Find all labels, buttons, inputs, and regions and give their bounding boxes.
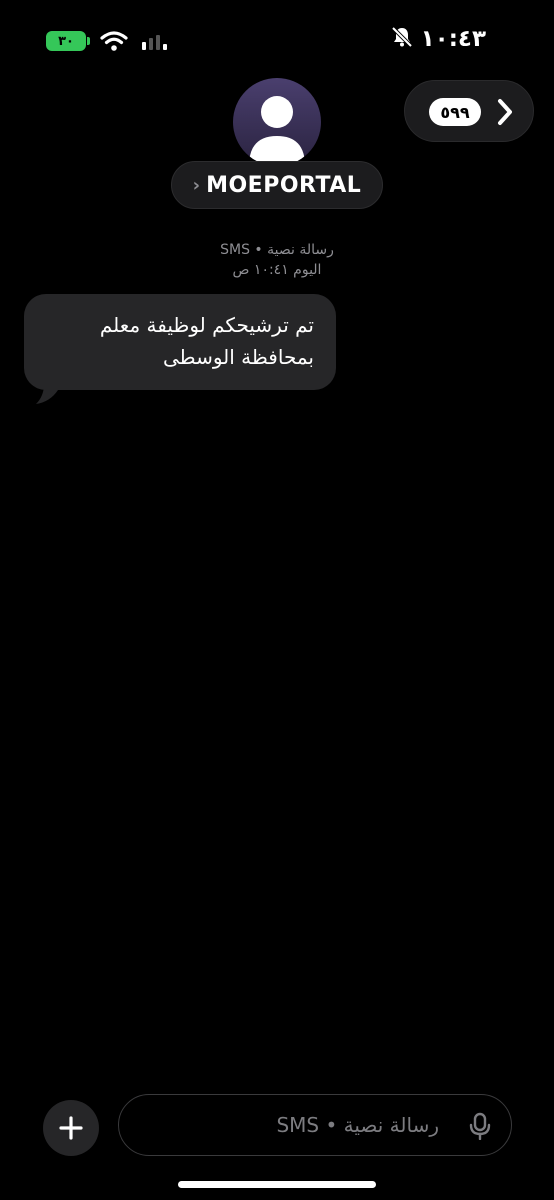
message-bubble[interactable]: تم ترشيحكم لوظيفة معلم بمحافظة الوسطى: [24, 294, 336, 390]
microphone-icon[interactable]: [469, 1112, 491, 1144]
bell-slash-icon: [391, 26, 413, 52]
service-label: رسالة نصية • SMS: [220, 242, 334, 258]
status-bar-right: ١٠:٤٣: [391, 26, 486, 52]
signal-icon: [142, 31, 168, 51]
message-timestamp: اليوم ١٠:٤١ ص: [232, 262, 322, 278]
battery-level: ٣٠: [58, 33, 74, 49]
back-button[interactable]: ٥٩٩: [404, 80, 534, 142]
message-input-placeholder: رسالة نصية • SMS: [276, 1113, 439, 1137]
status-bar-left: ٣٠: [46, 30, 168, 52]
contact-avatar[interactable]: [233, 78, 321, 166]
chevron-right-icon: [495, 97, 515, 131]
contact-name-pill[interactable]: › MOEPORTAL: [171, 161, 383, 209]
battery-icon: ٣٠: [46, 31, 90, 51]
contact-chevron-icon: ›: [192, 174, 201, 196]
contact-name: MOEPORTAL: [206, 172, 362, 198]
wifi-icon: [100, 30, 128, 52]
add-attachment-button[interactable]: [43, 1100, 99, 1156]
person-icon: [249, 96, 305, 166]
home-indicator[interactable]: [178, 1181, 376, 1188]
message-input[interactable]: رسالة نصية • SMS: [118, 1094, 512, 1156]
bubble-tail: [36, 378, 58, 404]
unread-count-badge: ٥٩٩: [429, 98, 481, 126]
status-time: ١٠:٤٣: [420, 26, 486, 52]
plus-icon: [59, 1116, 83, 1140]
